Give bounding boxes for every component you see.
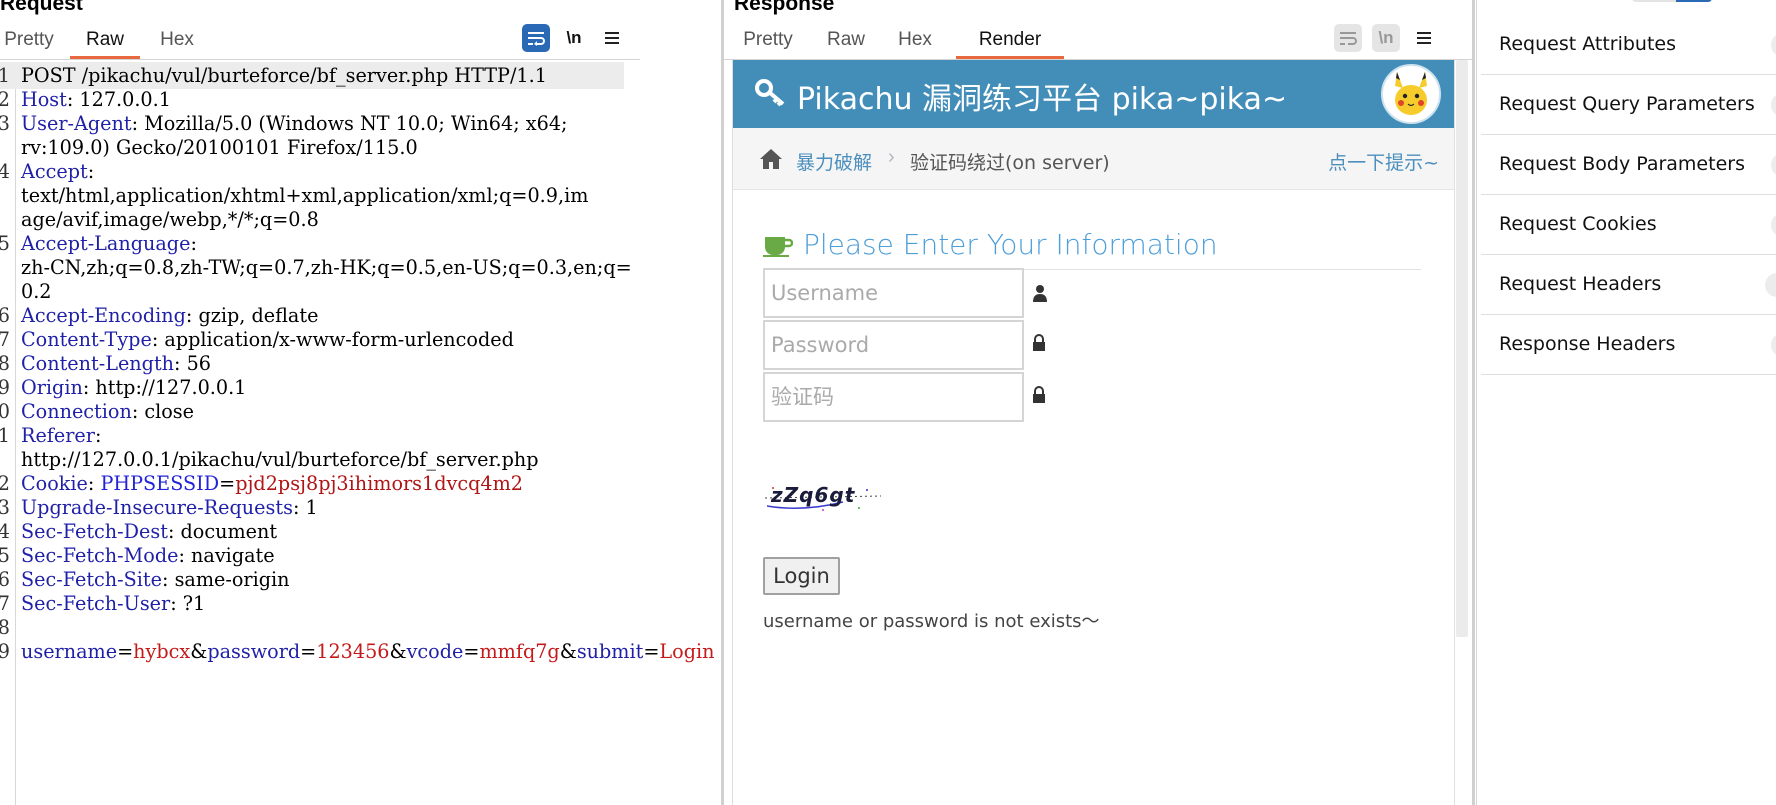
inspector-item-label: Response Headers [1499, 333, 1676, 355]
pikachu-image [1395, 72, 1427, 115]
expand-handle[interactable] [1771, 33, 1776, 57]
password-field[interactable] [763, 320, 1024, 370]
hamburger-icon [1417, 32, 1431, 44]
wrap-lines-button[interactable] [1334, 24, 1362, 52]
request-tab-underline [0, 59, 640, 60]
response-pane-title: Response [734, 0, 835, 15]
user-icon [1033, 285, 1047, 302]
vcode-input[interactable] [765, 374, 1022, 420]
vcode-field[interactable] [763, 372, 1024, 422]
error-message: username or password is not exists～ [763, 611, 1100, 632]
inspector-panel: Request Attributes Request Query Paramet… [1476, 0, 1776, 805]
tab-raw[interactable]: Raw [70, 26, 140, 60]
inspector-request-headers[interactable]: Request Headers [1481, 255, 1776, 315]
breadcrumb-current: 验证码绕过(on server) [910, 152, 1110, 174]
tab-pretty[interactable]: Pretty [3, 26, 55, 60]
key-icon [755, 79, 785, 107]
pikachu-header: Pikachu 漏洞练习平台 pika~pika~ [733, 60, 1457, 128]
site-title: Pikachu 漏洞练习平台 pika~pika~ [797, 82, 1288, 117]
inspector-request-body-parameters[interactable]: Request Body Parameters [1481, 135, 1776, 195]
inspector-response-headers[interactable]: Response Headers [1481, 315, 1776, 375]
request-pane: Request Pretty Raw Hex \n 1POST /pikach [0, 0, 722, 805]
pikachu-avatar [1381, 64, 1441, 124]
response-pane: Response Pretty Raw Hex Render \n Pikach… [724, 0, 1472, 805]
hint-link[interactable]: 点一下提示~ [1328, 148, 1439, 175]
tab-raw[interactable]: Raw [826, 26, 866, 60]
breadcrumb: 暴力破解 › 验证码绕过(on server) 点一下提示~ [733, 128, 1457, 190]
inspector-layout-toggle[interactable] [1632, 0, 1712, 2]
inspector-item-label: Request Query Parameters [1499, 93, 1755, 115]
expand-handle[interactable] [1765, 273, 1776, 297]
inspector-request-query-parameters[interactable]: Request Query Parameters [1481, 75, 1776, 135]
captcha-image[interactable]: zZq6gt [763, 480, 883, 514]
inspector-request-attributes[interactable]: Request Attributes [1481, 15, 1776, 75]
wrap-lines-icon [528, 32, 545, 46]
username-input[interactable] [765, 270, 1022, 316]
render-scrollbar-thumb[interactable] [1456, 60, 1468, 637]
captcha-graphic: zZq6gt [764, 483, 882, 511]
request-pane-title: Request [0, 0, 83, 15]
username-field[interactable] [763, 268, 1024, 318]
lock-icon [1033, 386, 1045, 403]
inspector-splitter[interactable] [1472, 0, 1475, 805]
burp-repeater-window: Request Pretty Raw Hex \n 1POST /pikach [0, 0, 1776, 805]
form-header: Please Enter Your Information [763, 228, 1421, 270]
menu-button[interactable] [598, 24, 626, 52]
inspector-item-label: Request Headers [1499, 273, 1662, 295]
menu-button[interactable] [1410, 24, 1438, 52]
show-newlines-button[interactable]: \n [560, 24, 588, 52]
password-input[interactable] [765, 322, 1022, 368]
form-title: Please Enter Your Information [803, 228, 1218, 261]
wrap-lines-button[interactable] [522, 24, 550, 52]
expand-handle[interactable] [1771, 213, 1776, 237]
inspector-item-label: Request Attributes [1499, 33, 1677, 55]
tab-hex[interactable]: Hex [896, 26, 934, 60]
inspector-layout-toggle-active[interactable] [1676, 0, 1712, 2]
inspector-item-label: Request Cookies [1499, 213, 1657, 235]
login-button[interactable]: Login [763, 557, 840, 595]
breadcrumb-brute-force[interactable]: 暴力破解 [796, 148, 872, 175]
hamburger-icon [605, 32, 619, 44]
breadcrumb-separator: › [888, 146, 895, 168]
captcha-text: zZq6gt [770, 483, 856, 507]
coffee-icon [763, 237, 793, 257]
newline-icon: \n [566, 28, 582, 47]
request-editor[interactable]: 1 POST /pikachu/vul/burteforce/bf_server.… [0, 62, 722, 805]
expand-handle[interactable] [1771, 93, 1776, 117]
rendered-page: Pikachu 漏洞练习平台 pika~pika~ 暴力破解 › 验证码绕过(o… [732, 60, 1464, 805]
lock-icon [1033, 334, 1045, 351]
inspector-item-label: Request Body Parameters [1499, 153, 1745, 175]
inspector-request-cookies[interactable]: Request Cookies [1481, 195, 1776, 255]
home-icon [760, 149, 782, 169]
tab-hex[interactable]: Hex [160, 26, 194, 60]
show-newlines-button[interactable]: \n [1372, 24, 1400, 52]
expand-handle[interactable] [1771, 333, 1776, 357]
wrap-lines-icon [1340, 32, 1357, 45]
tab-render[interactable]: Render [956, 26, 1064, 60]
request-line: 1 POST /pikachu/vul/burteforce/bf_server.… [0, 62, 624, 89]
newline-icon: \n [1378, 28, 1394, 47]
expand-handle[interactable] [1771, 153, 1776, 177]
tab-pretty[interactable]: Pretty [740, 26, 796, 60]
